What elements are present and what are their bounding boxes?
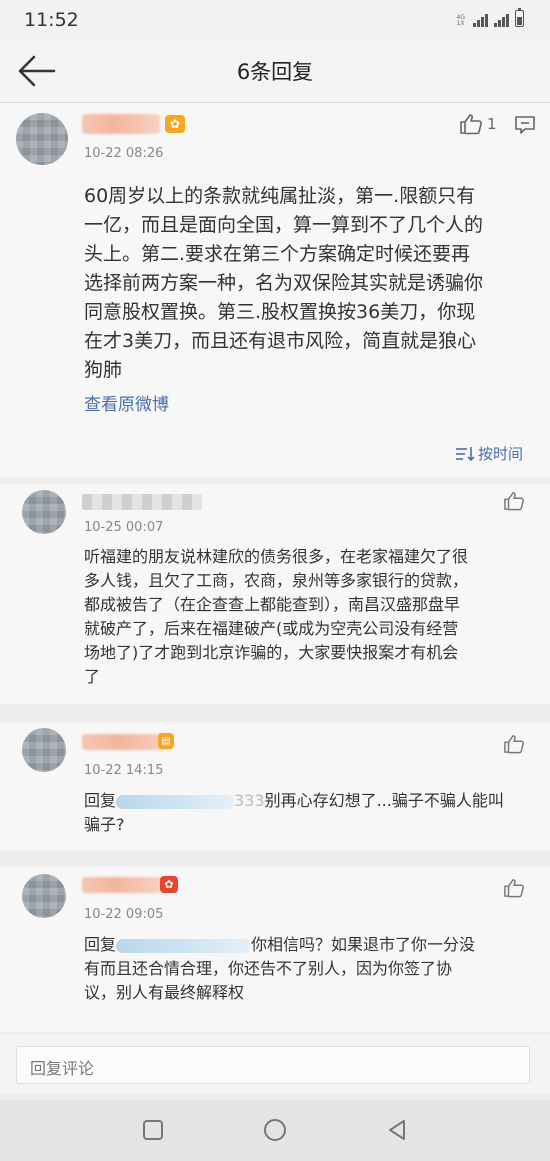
avatar[interactable] xyxy=(22,490,66,534)
thumbs-up-icon xyxy=(504,492,524,511)
system-back-button[interactable] xyxy=(386,1118,408,1146)
signal-icon xyxy=(473,14,488,27)
username-redacted[interactable] xyxy=(82,494,202,510)
page-title: 6条回复 xyxy=(236,60,314,84)
mentioned-user-redacted[interactable] xyxy=(116,938,252,953)
home-button[interactable] xyxy=(263,1118,287,1146)
reply-item: ▤ 10-22 14:15 回复 333别再心存幻想了...骗子不骗人能叫 骗子? xyxy=(0,722,550,850)
avatar[interactable] xyxy=(22,728,66,772)
battery-icon xyxy=(515,8,524,27)
main-post: ✿ 10-22 08:26 1 60周岁以上的条款就纯属扯淡，第一.限额只有 一… xyxy=(0,103,550,478)
avatar[interactable] xyxy=(16,113,68,165)
like-button[interactable] xyxy=(459,113,483,135)
reply-item: ✿ 10-22 09:05 回复 你相信吗？如果退市了你一分没 有而且还合情合理，… xyxy=(0,866,550,1032)
sort-by-time-button[interactable]: 按时间 xyxy=(455,443,523,464)
signal-icon-2 xyxy=(494,14,509,27)
view-original-link[interactable]: 查看原微博 xyxy=(84,390,169,415)
thumbs-up-icon xyxy=(504,879,524,898)
username-redacted[interactable] xyxy=(82,114,160,134)
thumbs-up-icon xyxy=(460,114,482,135)
member-badge-icon: ▤ xyxy=(158,733,174,749)
avatar[interactable] xyxy=(22,874,66,918)
mentioned-user-redacted[interactable] xyxy=(116,794,235,809)
reply-content: 回复 你相信吗？如果退市了你一分没 有而且还合情合理，你还告不了别人，因为你签了协… xyxy=(84,935,476,1002)
reply-timestamp: 10-25 00:07 xyxy=(84,520,164,535)
triangle-back-icon xyxy=(389,1120,405,1140)
comment-input[interactable]: 回复评论 xyxy=(16,1046,530,1084)
comment-button[interactable] xyxy=(514,115,536,139)
reply-item: 10-25 00:07 听福建的朋友说林建欣的债务很多，在老家福建欠了很 多人钱… xyxy=(0,484,550,704)
status-bar: 11:52 4G 1X xyxy=(0,0,550,40)
sort-icon xyxy=(456,446,475,461)
comment-placeholder: 回复评论 xyxy=(30,1059,95,1078)
reply-content: 回复 333别再心存幻想了...骗子不骗人能叫 骗子? xyxy=(84,791,504,834)
post-content: 60周岁以上的条款就纯属扯淡，第一.限额只有 一亿，而且是面向全国，算一算到不了… xyxy=(84,185,484,381)
system-nav-bar xyxy=(0,1100,550,1161)
recent-apps-button[interactable] xyxy=(142,1119,164,1145)
member-badge-icon: ✿ xyxy=(160,876,178,893)
like-button[interactable] xyxy=(503,734,525,754)
circle-icon xyxy=(264,1119,286,1141)
status-icons: 4G 1X xyxy=(456,8,524,27)
header-bar: 6条回复 xyxy=(0,40,550,103)
comment-bar: 回复评论 xyxy=(0,1034,550,1094)
status-time: 11:52 xyxy=(24,9,79,31)
square-icon xyxy=(143,1120,163,1140)
post-timestamp: 10-22 08:26 xyxy=(84,146,164,161)
username-redacted[interactable] xyxy=(82,877,162,893)
like-count: 1 xyxy=(487,115,497,133)
thumbs-up-icon xyxy=(504,735,524,754)
reply-content: 听福建的朋友说林建欣的债务很多，在老家福建欠了很 多人钱，且欠了工商，农商，泉州… xyxy=(84,547,469,686)
network-type-indicator: 4G 1X xyxy=(456,14,465,27)
comment-icon xyxy=(515,116,535,134)
like-button[interactable] xyxy=(503,491,525,511)
like-button[interactable] xyxy=(503,878,525,898)
member-badge-icon: ✿ xyxy=(165,115,185,133)
reply-timestamp: 10-22 09:05 xyxy=(84,907,164,922)
reply-timestamp: 10-22 14:15 xyxy=(84,763,164,778)
